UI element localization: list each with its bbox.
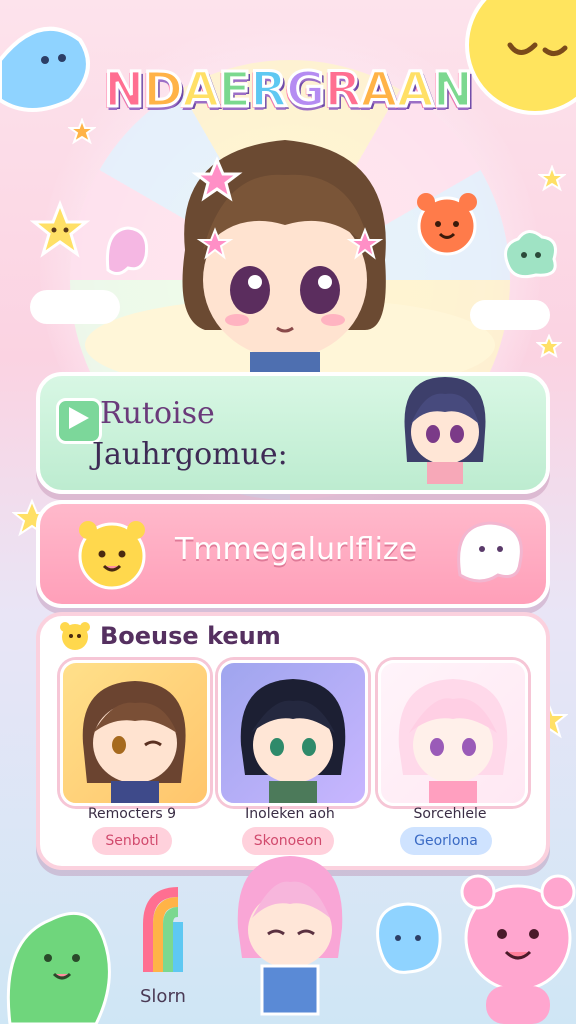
character-portrait (240, 679, 346, 803)
character-portrait (398, 679, 508, 803)
blob-icon (504, 230, 557, 279)
ghost-icon (105, 226, 149, 275)
ghost-icon (457, 521, 523, 583)
star-icon (536, 334, 562, 359)
bottom-label: Slorn (140, 986, 186, 1007)
card-caption: Inoleken aoh (245, 806, 335, 822)
card-badge[interactable]: Georlona (400, 827, 492, 855)
companion-character (404, 377, 486, 484)
rainbow-icon (143, 887, 183, 972)
play-icon (69, 407, 89, 429)
star-icon (68, 118, 96, 145)
star-icon (538, 165, 566, 192)
blob-icon (0, 26, 90, 112)
card-caption: Sorcehlele (413, 806, 487, 822)
game-title: NDAERGRAAN (103, 61, 475, 120)
panel-green-line2: Jauhrgomue: (92, 437, 288, 472)
cloud-decoration (470, 300, 550, 330)
character-card[interactable] (218, 660, 368, 806)
mascot-character (237, 856, 343, 1016)
hero-character (182, 140, 386, 380)
card-caption: Remocters 9 (87, 806, 177, 822)
bear-icon (417, 193, 477, 256)
pink-bear-icon (460, 874, 576, 1024)
card-badge[interactable]: Senbotl (92, 827, 172, 855)
character-card[interactable] (60, 660, 210, 806)
character-portrait (82, 681, 186, 803)
star-icon (30, 200, 90, 258)
roster-heading: Boeuse keum (100, 622, 281, 650)
bear-icon (60, 622, 90, 650)
blob-icon (376, 902, 442, 974)
dinosaur-icon (6, 911, 111, 1024)
panel-pink-label: Tmmegalurlflize (175, 532, 418, 567)
character-card[interactable] (378, 660, 528, 806)
panel-green-line1: Rutoise (100, 396, 215, 431)
bear-icon (78, 521, 146, 590)
cloud-decoration (30, 290, 120, 324)
